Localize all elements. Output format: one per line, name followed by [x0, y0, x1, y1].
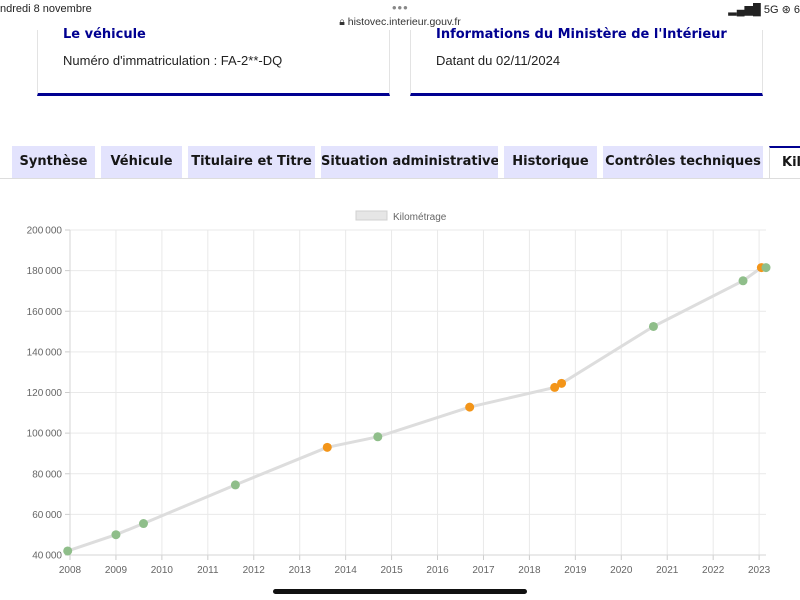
- signal-icon: ▂▄▆█: [728, 4, 761, 16]
- data-point-green: [648, 321, 658, 331]
- x-tick-label: 2015: [380, 565, 403, 576]
- x-tick-label: 2023: [748, 565, 771, 576]
- y-tick-label: 200 000: [27, 226, 63, 237]
- y-tick-label: 100 000: [27, 429, 63, 440]
- legend-swatch: [355, 210, 388, 221]
- data-point-orange: [557, 378, 567, 388]
- x-tick-label: 2010: [151, 565, 174, 576]
- mileage-chart: Kilométrage 40 000 60 000 80 000 100 000 120 …: [0, 179, 800, 600]
- status-date: ndredi 8 novembre: [0, 3, 92, 15]
- data-point-orange: [465, 402, 475, 412]
- x-tick-label: 2022: [702, 565, 725, 576]
- data-point-green: [139, 519, 149, 529]
- x-tick-label: 2008: [59, 565, 82, 576]
- y-tick-label: 60 000: [32, 510, 62, 521]
- tab-synthese[interactable]: Synthèse: [12, 146, 95, 178]
- y-tick-label: 140 000: [27, 347, 63, 358]
- data-point-green: [738, 276, 748, 286]
- y-tick-label: 180 000: [27, 266, 63, 277]
- registration-number: Numéro d'immatriculation : FA-2**-DQ: [63, 53, 283, 68]
- data-point-green: [761, 263, 771, 273]
- x-tick-label: 2014: [335, 565, 358, 576]
- vehicle-card: Le véhicule Numéro d'immatriculation : F…: [37, 27, 390, 96]
- x-tick-label: 2013: [289, 565, 312, 576]
- y-tick-label: 120 000: [27, 388, 63, 399]
- x-tick-label: 2011: [197, 565, 219, 576]
- vehicle-card-title: Le véhicule: [63, 27, 146, 42]
- tab-titulaire[interactable]: Titulaire et Titre: [188, 146, 315, 178]
- x-tick-label: 2009: [105, 565, 128, 576]
- tab-bar: Synthèse Véhicule Titulaire et Titre Sit…: [0, 146, 800, 179]
- x-tick-label: 2021: [656, 565, 679, 576]
- status-bar: ndredi 8 novembre ••• 🔒︎ histovec.interi…: [0, 0, 800, 30]
- orientation-lock-icon: ⊛: [781, 4, 791, 16]
- x-tick-label: 2020: [610, 565, 633, 576]
- data-point-orange: [322, 442, 332, 452]
- data-date: Datant du 02/11/2024: [436, 53, 561, 68]
- more-dots-icon[interactable]: •••: [392, 0, 409, 15]
- ministry-info-card: Informations du Ministère de l'Intérieur…: [410, 27, 763, 96]
- mileage-line: [67, 266, 766, 553]
- home-indicator[interactable]: [273, 589, 527, 594]
- tab-historique[interactable]: Historique: [504, 146, 597, 178]
- x-tick-label: 2017: [472, 565, 495, 576]
- y-tick-label: 80 000: [32, 469, 62, 480]
- status-indicators: ▂▄▆█ 5G ⊛ 6: [728, 3, 800, 16]
- legend-label: Kilométrage: [393, 212, 447, 223]
- x-tick-label: 2018: [518, 565, 541, 576]
- battery-level: 6: [793, 4, 800, 16]
- x-tick-label: 2016: [426, 565, 449, 576]
- tab-situation-administrative[interactable]: Situation administrative: [321, 146, 498, 178]
- data-point-green: [230, 480, 240, 490]
- tab-controles-techniques[interactable]: Contrôles techniques: [603, 146, 763, 178]
- y-tick-label: 160 000: [27, 307, 63, 318]
- tab-kilometrage[interactable]: Kilo: [769, 146, 800, 178]
- lock-icon: 🔒︎: [339, 16, 345, 28]
- data-point-green: [373, 432, 383, 442]
- y-tick-label: 40 000: [32, 551, 62, 562]
- data-point-green: [111, 530, 121, 540]
- x-tick-label: 2019: [564, 565, 587, 576]
- data-point-green: [63, 546, 73, 556]
- ministry-card-title: Informations du Ministère de l'Intérieur: [436, 27, 727, 42]
- chart-svg: Kilométrage 40 000 60 000 80 000 100 000 120 …: [27, 210, 771, 576]
- network-label: 5G: [763, 4, 779, 16]
- x-tick-label: 2012: [243, 565, 266, 576]
- tab-vehicule[interactable]: Véhicule: [101, 146, 182, 178]
